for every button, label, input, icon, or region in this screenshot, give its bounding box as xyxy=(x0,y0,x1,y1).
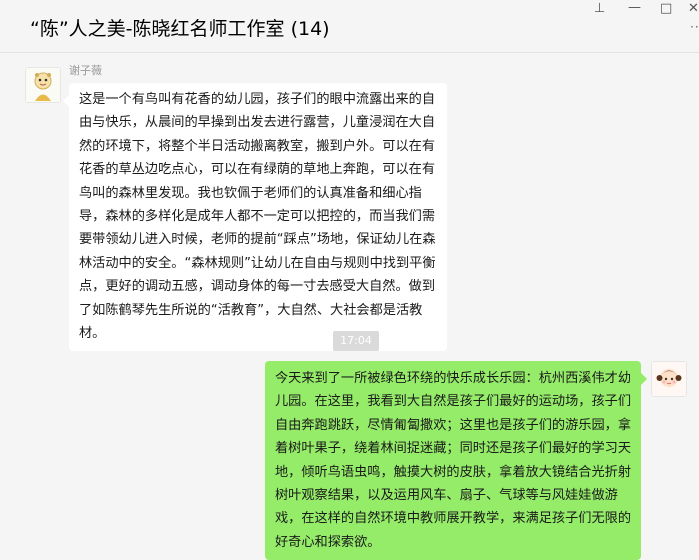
message-bubble-incoming[interactable]: 这是一个有鸟叫有花香的幼儿园，孩子们的眼中流露出来的自由与快乐，从晨间的早操到出… xyxy=(63,83,447,352)
chat-title: “陈”人之美-陈晓红名师工作室 (14) xyxy=(30,18,330,40)
pin-icon[interactable]: ⊥ xyxy=(594,1,605,17)
message-bubble-outgoing[interactable]: 今天来到了一所被绿色环绕的快乐成长乐园：杭州西溪伟才幼儿园。在这里，我看到大自然… xyxy=(265,361,647,560)
message-timestamp: 17:04 xyxy=(333,331,379,351)
sender-name: 谢子薇 xyxy=(69,64,102,77)
more-options-icon[interactable]: ··· xyxy=(690,20,699,34)
close-button[interactable]: ✕ xyxy=(688,1,699,17)
avatar[interactable] xyxy=(651,361,687,397)
avatar[interactable] xyxy=(25,67,61,103)
chat-title-bar: “陈”人之美-陈晓红名师工作室 (14) ⊥ — □ ✕ ··· xyxy=(0,0,699,53)
minimize-button[interactable]: — xyxy=(628,0,641,16)
maximize-button[interactable]: □ xyxy=(660,1,672,17)
